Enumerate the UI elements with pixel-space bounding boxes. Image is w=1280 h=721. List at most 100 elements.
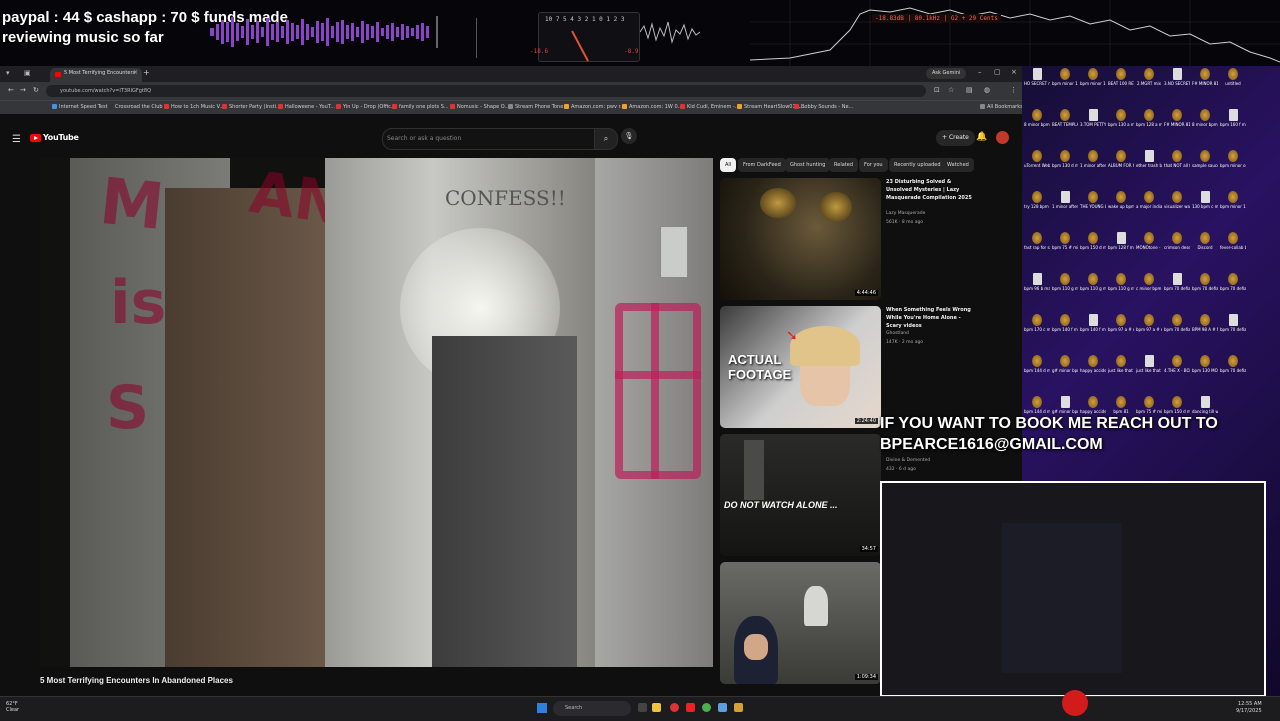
desktop-icon[interactable]: BPM 98 A # MINOR U: [1192, 314, 1218, 332]
desktop-icon[interactable]: g# minor bpm 144: [1052, 355, 1078, 373]
desktop-icon[interactable]: sample sauce - Part_1: [1192, 150, 1218, 168]
desktop-icon[interactable]: just like that intro: [1108, 355, 1134, 373]
desktop-icon[interactable]: 2.MGRT mix: [1136, 68, 1162, 86]
desktop-icon[interactable]: 130 bpm c minor live: [1192, 191, 1218, 209]
bookmark-item[interactable]: Nomusic - Shape O...: [450, 104, 509, 110]
desktop-icon[interactable]: a major indiaster bp: [1136, 191, 1162, 209]
video-title[interactable]: 23 Disturbing Solved & Unsolved Mysterie…: [886, 178, 976, 202]
desktop-icon[interactable]: just like that intro: [1136, 355, 1162, 373]
bookmark-item[interactable]: Amazon.com: 1W 0...: [622, 104, 682, 110]
system-clock[interactable]: 12:55 AM 9/17/2025: [1236, 701, 1262, 715]
extension-icon-2[interactable]: ◍: [984, 86, 990, 94]
desktop-icon[interactable]: bpm 75 # minor: [1136, 396, 1162, 414]
desktop-icon[interactable]: visualizer wack: [1164, 191, 1190, 209]
ask-gemini-button[interactable]: Ask Gemini: [926, 68, 967, 79]
desktop-icon[interactable]: 1 minor after party bpm: [1080, 150, 1106, 168]
youtube-app-icon[interactable]: [686, 703, 695, 712]
desktop-icon[interactable]: bpm minor 154: [1052, 68, 1078, 86]
channel-name[interactable]: Ghostland: [886, 331, 909, 336]
start-windows-icon[interactable]: [537, 703, 547, 713]
desktop-icon[interactable]: wake up bpm 144: [1108, 191, 1134, 209]
channel-name[interactable]: Divine & Demented: [886, 458, 930, 463]
video-player[interactable]: M is S AN CONFESS!!: [40, 158, 713, 667]
app-icon[interactable]: [718, 703, 727, 712]
minimize-icon[interactable]: –: [978, 68, 982, 76]
desktop-icon[interactable]: 8 minor bpm 138: [1024, 109, 1050, 127]
desktop-icon[interactable]: fast rap for sam: [1024, 232, 1050, 250]
desktop-icon[interactable]: bpm 130 a minor: [1108, 109, 1134, 127]
desktop-icon[interactable]: HO SECRET mix: [1024, 68, 1050, 86]
bookmark-item[interactable]: Kid Cudi, Eminem -...: [680, 104, 740, 110]
desktop-icon[interactable]: dancing till we are dea: [1192, 396, 1218, 414]
notifications-bell-icon[interactable]: 🔔: [976, 132, 987, 142]
maximize-icon[interactable]: ▢: [994, 68, 1001, 76]
video-thumbnail[interactable]: ACTUAL FOOTAGE ➘ 2:24:40: [720, 306, 881, 428]
bookmark-item[interactable]: Internet Speed Test: [52, 104, 108, 110]
bookmark-item[interactable]: family one plots S...: [392, 104, 449, 110]
desktop-icon[interactable]: g# minor bpm 144: [1052, 396, 1078, 414]
new-tab-icon[interactable]: +: [143, 68, 150, 77]
desktop-icon[interactable]: bpm 70 defiance: [1220, 273, 1246, 291]
chip-all[interactable]: All: [720, 158, 737, 172]
desktop-icon[interactable]: 1 minor after party bpm: [1052, 191, 1078, 209]
search-input[interactable]: Search or ask a question: [382, 128, 596, 150]
hamburger-menu-icon[interactable]: ☰: [12, 134, 21, 145]
bookmark-item[interactable]: Yin Up - Drop (Offic...: [336, 104, 396, 110]
youtube-logo-text[interactable]: YouTube: [43, 133, 79, 142]
desktop-icon[interactable]: bpm 160 f minor 5a: [1220, 109, 1246, 127]
tab-active[interactable]: 5 Most Terrifying Encounters ×: [50, 68, 142, 82]
close-window-icon[interactable]: ×: [1011, 68, 1017, 76]
reload-icon[interactable]: ↻: [33, 86, 39, 94]
weather-widget[interactable]: 62°F Clear: [6, 701, 19, 713]
desktop-icon[interactable]: crimson desert part 1: [1164, 232, 1190, 250]
extension-icon[interactable]: ▤: [966, 86, 973, 94]
video-thumbnail[interactable]: 4:44:46: [720, 178, 881, 300]
desktop-icon[interactable]: bpm 144 d major mo: [1024, 355, 1050, 373]
desktop-icon[interactable]: Discord: [1192, 232, 1218, 250]
desktop-icon[interactable]: F# MINOR 81 TUPAC: [1192, 68, 1218, 86]
video-thumbnail[interactable]: 1:09:34: [720, 562, 881, 684]
address-bar[interactable]: youtube.com/watch?v=IT3RIGFgt8Q: [46, 85, 926, 97]
bookmark-item[interactable]: Amazon.com: pwv r...: [564, 104, 625, 110]
desktop-icon[interactable]: MONOtone - final mix: [1136, 232, 1162, 250]
desktop-icon[interactable]: bpm 150 d major: [1164, 396, 1190, 414]
desktop-icon[interactable]: 3.TOM PETTY: [1080, 109, 1106, 127]
recommended-video[interactable]: ACTUAL FOOTAGE ➘ 2:24:40 When Something …: [720, 306, 1020, 428]
bookmark-star-icon[interactable]: ☆: [948, 86, 954, 94]
desktop-icon[interactable]: bpm 110 g minor: [1080, 273, 1106, 291]
desktop-icon[interactable]: THE YOUNG LAD BPM 1: [1080, 191, 1106, 209]
channel-name[interactable]: Lazy Masquerade: [886, 211, 925, 216]
search-icon[interactable]: ⌕: [594, 128, 618, 150]
microphone-icon[interactable]: 🎙: [621, 128, 637, 144]
desktop-icon[interactable]: bpm 70 defiance: [1220, 355, 1246, 373]
desktop-icon[interactable]: bpm 128 f minor wh: [1108, 232, 1134, 250]
desktop-icon[interactable]: bpm 70 defiance: [1164, 314, 1190, 332]
desktop-icon[interactable]: F# MINOR 81 TUPAC: [1164, 109, 1190, 127]
tab-search-icon[interactable]: ▾: [6, 69, 10, 77]
desktop-icon[interactable]: bpm 97 a # minor left: [1108, 314, 1134, 332]
chip-ghost-hunting[interactable]: Ghost hunting: [785, 158, 831, 172]
chrome-icon[interactable]: [702, 703, 711, 712]
desktop-icon[interactable]: bpm 81: [1108, 396, 1134, 414]
video-title[interactable]: When Something Feels Wrong While You're …: [886, 306, 976, 330]
desktop-icon[interactable]: 4.THE X - BOX: [1164, 355, 1190, 373]
desktop-icon[interactable]: uTorrent Web: [1024, 150, 1050, 168]
desktop-icon[interactable]: bpm 150 d minor bar: [1080, 232, 1106, 250]
bookmark-item[interactable]: Stream Phone Tone...: [508, 104, 568, 110]
desktop-icon[interactable]: bpm 140 f minor left: [1080, 314, 1106, 332]
desktop-icon[interactable]: bpm 70 defiance: [1192, 273, 1218, 291]
tab-close-icon[interactable]: ×: [133, 69, 138, 76]
desktop-icon[interactable]: bpm 110 g minor: [1052, 273, 1078, 291]
desktop-icon[interactable]: happy accident: [1080, 355, 1106, 373]
desktop-icon[interactable]: happy accident: [1080, 396, 1106, 414]
avatar[interactable]: [996, 131, 1009, 144]
desktop-icon[interactable]: ALBUM FOR OCTOBER: [1108, 150, 1134, 168]
desktop-icon[interactable]: bpm 144 d major mo: [1024, 396, 1050, 414]
tab-group-icon[interactable]: ▣: [24, 69, 31, 77]
menu-dots-icon[interactable]: ⋮: [1010, 86, 1017, 94]
desktop-icon[interactable]: fever-collab bpm 82: [1220, 232, 1246, 250]
chip-watched[interactable]: Watched: [942, 158, 974, 172]
chip-from-darkfeed[interactable]: From DarkFeed: [738, 158, 786, 172]
bookmark-item[interactable]: How to 1ch Music V...: [164, 104, 224, 110]
desktop-icon[interactable]: c minor bpm 144 sad: [1136, 273, 1162, 291]
